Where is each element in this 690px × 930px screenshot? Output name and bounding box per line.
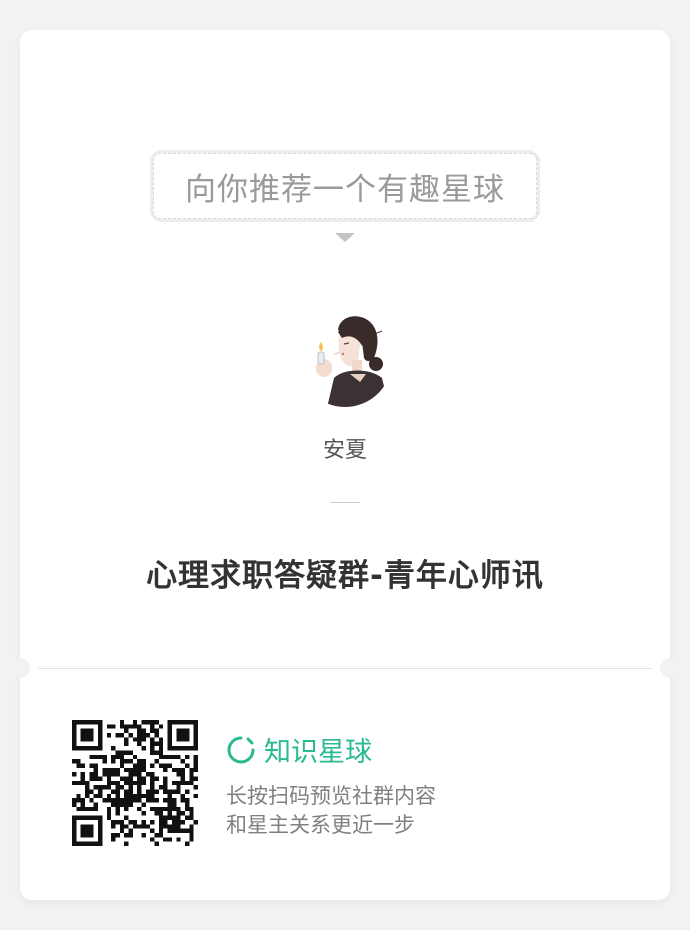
perforation-notch-right xyxy=(660,658,680,678)
recommend-banner: 向你推荐一个有趣星球 xyxy=(150,150,540,222)
qr-code-icon[interactable] xyxy=(72,720,198,846)
perforation-notch-left xyxy=(10,658,30,678)
ticket-divider xyxy=(38,668,652,669)
owner-avatar xyxy=(300,313,390,407)
divider-short xyxy=(330,502,360,503)
scan-hint-line-2: 和星主关系更近一步 xyxy=(226,813,415,837)
scan-hint-line-1: 长按扫码预览社群内容 xyxy=(226,784,436,808)
share-card: 向你推荐一个有趣星球 安夏 心理求职答疑群-青年心师讯 知识星球 长按扫码预览社… xyxy=(10,30,680,900)
recommend-banner-text: 向你推荐一个有趣星球 xyxy=(185,171,505,208)
group-title: 心理求职答疑群-青年心师讯 xyxy=(146,558,544,594)
scan-hint: 长按扫码预览社群内容 和星主关系更近一步 xyxy=(226,782,436,840)
brand-name: 知识星球 xyxy=(264,737,372,768)
brand-logo: 知识星球 xyxy=(226,730,372,769)
banner-pointer-icon xyxy=(335,233,355,242)
owner-name: 安夏 xyxy=(322,438,367,463)
planet-ring-icon xyxy=(227,736,255,763)
